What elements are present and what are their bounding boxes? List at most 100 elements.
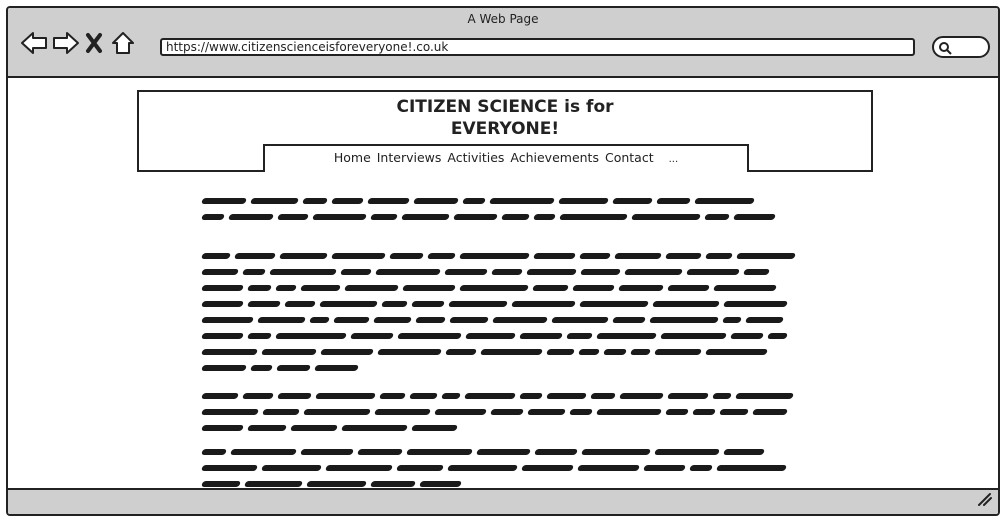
scribble-word <box>665 253 702 259</box>
scribble-word <box>692 409 716 415</box>
address-bar[interactable]: https://www.citizenscienceisforeveryone!… <box>160 38 915 56</box>
scribble-word <box>705 253 733 259</box>
scribble-word <box>603 349 627 355</box>
scribble-word <box>201 481 241 487</box>
scribble-word <box>449 317 489 323</box>
search-button[interactable] <box>932 36 990 58</box>
scribble-word <box>447 465 518 471</box>
home-icon[interactable] <box>110 30 136 56</box>
scribble-word <box>546 349 575 355</box>
scribble-word <box>242 269 266 275</box>
paragraph-4 <box>201 444 802 492</box>
scribble-word <box>401 214 450 220</box>
scribble-word <box>694 198 755 204</box>
scribble-word <box>733 214 776 220</box>
scribble-word <box>331 253 386 259</box>
scribble-word <box>519 333 563 339</box>
scribble-word <box>735 393 794 399</box>
scribble-word <box>660 333 727 339</box>
paragraph-1 <box>201 193 802 225</box>
paragraph-3 <box>201 388 802 436</box>
scribble-word <box>201 425 244 431</box>
scribble-word <box>654 449 720 455</box>
site-nav: Home Interviews Activities Achievements … <box>263 144 749 172</box>
scribble-word <box>490 409 524 415</box>
scribble-word <box>275 285 297 291</box>
scribble-word <box>581 449 651 455</box>
scribble-word <box>686 269 740 275</box>
scribble-word <box>409 393 438 399</box>
scribble-line <box>201 193 802 209</box>
scribble-word <box>396 465 444 471</box>
scribble-word <box>462 198 486 204</box>
nav-item-home[interactable]: Home <box>334 150 371 165</box>
scribble-word <box>413 198 459 204</box>
stop-icon[interactable] <box>84 30 104 56</box>
scribble-word <box>397 333 462 339</box>
scribble-word <box>519 393 543 399</box>
site-title-line1: CITIZEN SCIENCE is for <box>396 97 614 117</box>
nav-item-contact[interactable]: Contact <box>605 150 654 165</box>
scribble-word <box>279 253 328 259</box>
scribble-word <box>566 333 593 339</box>
scribble-word <box>389 253 424 259</box>
scribble-word <box>234 253 276 259</box>
scribble-word <box>665 409 689 415</box>
scribble-word <box>492 317 548 323</box>
scribble-word <box>459 285 529 291</box>
scribble-word <box>201 301 244 307</box>
scribble-word <box>577 465 640 471</box>
resize-grip-icon[interactable] <box>976 491 992 510</box>
scribble-word <box>247 301 281 307</box>
scribble-line <box>201 460 802 476</box>
scribble-word <box>276 365 311 371</box>
scribble-word <box>752 409 788 415</box>
scribble-word <box>521 465 574 471</box>
scribble-word <box>373 317 412 323</box>
scribble-word <box>546 393 587 399</box>
nav-more[interactable]: ... <box>669 154 679 165</box>
scribble-word <box>630 349 651 355</box>
scribble-word <box>580 269 621 275</box>
scribble-word <box>402 285 456 291</box>
nav-item-activities[interactable]: Activities <box>447 150 504 165</box>
scribble-word <box>340 269 372 275</box>
scribble-word <box>533 253 576 259</box>
scribble-word <box>269 269 337 275</box>
scribble-word <box>201 409 259 415</box>
scribble-word <box>558 198 609 204</box>
scribble-word <box>303 409 371 415</box>
scribble-word <box>619 393 664 399</box>
scribble-word <box>319 301 378 307</box>
scribble-word <box>532 285 569 291</box>
scribble-word <box>464 393 516 399</box>
scribble-word <box>444 269 488 275</box>
scribble-word <box>247 333 272 339</box>
scribble-word <box>312 214 367 220</box>
scribble-word <box>302 198 328 204</box>
site-title: CITIZEN SCIENCE is for EVERYONE! <box>139 96 871 140</box>
scribble-word <box>201 285 244 291</box>
scribble-word <box>631 214 701 220</box>
back-arrow-icon[interactable] <box>20 30 47 56</box>
nav-item-interviews[interactable]: Interviews <box>377 150 442 165</box>
nav-item-achievements[interactable]: Achievements <box>510 150 599 165</box>
scribble-word <box>441 393 461 399</box>
scribble-word <box>534 449 578 455</box>
scribble-word <box>261 349 317 355</box>
scribble-word <box>713 285 777 291</box>
scribble-word <box>350 333 394 339</box>
scribble-word <box>511 301 576 307</box>
scribble-word <box>649 317 719 323</box>
forward-arrow-icon[interactable] <box>52 30 79 56</box>
scribble-word <box>242 393 274 399</box>
scribble-word <box>712 393 732 399</box>
scribble-word <box>572 285 615 291</box>
scribble-word <box>489 198 555 204</box>
scribble-word <box>704 214 730 220</box>
scribble-word <box>624 269 683 275</box>
scribble-word <box>667 393 709 399</box>
scribble-line <box>201 312 802 328</box>
scribble-word <box>579 253 611 259</box>
scribble-line <box>201 209 802 225</box>
